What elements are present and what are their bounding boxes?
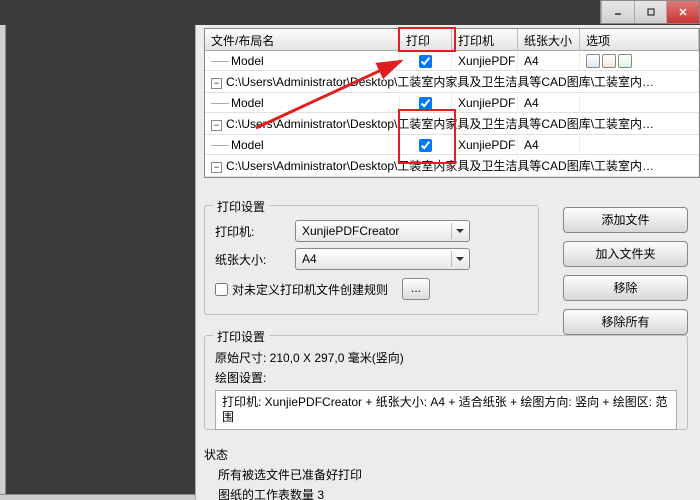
remove-button[interactable]: 移除 [563,275,688,301]
table-row[interactable]: ModelXunjiePDFA4 [205,93,699,113]
printer-combo-value: XunjiePDFCreator [302,224,399,238]
info-group: 打印设置 原始尺寸: 210,0 X 297,0 毫米(竖向) 绘图设置: 打印… [204,335,688,430]
table-row[interactable]: −C:\Users\Administrator\Desktop\工装室内家具及卫… [205,155,699,177]
browse-button[interactable]: ... [402,278,430,300]
tree-collapse-icon[interactable]: − [211,120,222,131]
main-panel: 文件/布局名 打印 打印机 纸张大小 选项 ModelXunjiePDFA4−C… [195,25,700,500]
add-file-button[interactable]: 添加文件 [563,207,688,233]
tree-collapse-icon[interactable]: − [211,162,222,173]
tree-collapse-icon[interactable]: − [211,78,222,89]
col-header-paper[interactable]: 纸张大小 [518,29,580,50]
col-header-printer[interactable]: 打印机 [452,29,518,50]
file-table: 文件/布局名 打印 打印机 纸张大小 选项 ModelXunjiePDFA4−C… [204,28,700,178]
col-header-print[interactable]: 打印 [400,29,452,50]
remove-all-button[interactable]: 移除所有 [563,309,688,335]
table-row[interactable]: ModelXunjiePDFA4 [205,51,699,71]
plot-settings-label: 绘图设置: [215,369,677,386]
print-settings-group: 打印设置 打印机: XunjiePDFCreator 纸张大小: A4 对未定义… [204,205,539,315]
status-line-2: 图纸的工作表数量 3 [218,486,688,500]
status-line-1: 所有被选文件已准备好打印 [218,466,688,483]
option-icon[interactable] [586,54,600,68]
print-settings-title: 打印设置 [213,198,269,215]
add-folder-button[interactable]: 加入文件夹 [563,241,688,267]
window-controls [600,0,700,24]
status-title: 状态 [204,446,688,463]
print-checkbox[interactable] [419,97,432,110]
printer-label: 打印机: [215,223,295,240]
plot-settings-value[interactable]: 打印机: XunjiePDFCreator + 纸张大小: A4 + 适合纸张 … [215,390,677,430]
create-rule-label: 对未定义打印机文件创建规则 [232,281,388,298]
create-rule-checkbox[interactable] [215,283,228,296]
minimize-button[interactable] [601,1,634,23]
option-icon[interactable] [618,54,632,68]
original-size-text: 原始尺寸: 210,0 X 297,0 毫米(竖向) [215,349,677,366]
printer-combo[interactable]: XunjiePDFCreator [295,220,470,242]
chevron-down-icon [451,251,467,267]
close-button[interactable] [666,1,699,23]
chevron-down-icon [451,223,467,239]
table-row[interactable]: −C:\Users\Administrator\Desktop\工装室内家具及卫… [205,113,699,135]
background-dark-area [0,25,195,500]
maximize-button[interactable] [634,1,667,23]
paper-combo[interactable]: A4 [295,248,470,270]
table-header: 文件/布局名 打印 打印机 纸张大小 选项 [205,29,699,51]
table-row[interactable]: ModelXunjiePDFA4 [205,135,699,155]
table-row[interactable]: −C:\Users\Administrator\Desktop\工装室内家具及卫… [205,71,699,93]
print-checkbox[interactable] [419,55,432,68]
option-icon[interactable] [602,54,616,68]
print-checkbox[interactable] [419,139,432,152]
paper-combo-value: A4 [302,252,317,266]
col-header-options[interactable]: 选项 [580,29,699,50]
info-title: 打印设置 [213,328,269,345]
col-header-file[interactable]: 文件/布局名 [205,29,400,50]
action-buttons: 添加文件 加入文件夹 移除 移除所有 [563,207,688,343]
status-group: 状态 所有被选文件已准备好打印 图纸的工作表数量 3 [204,443,688,500]
paper-label: 纸张大小: [215,251,295,268]
